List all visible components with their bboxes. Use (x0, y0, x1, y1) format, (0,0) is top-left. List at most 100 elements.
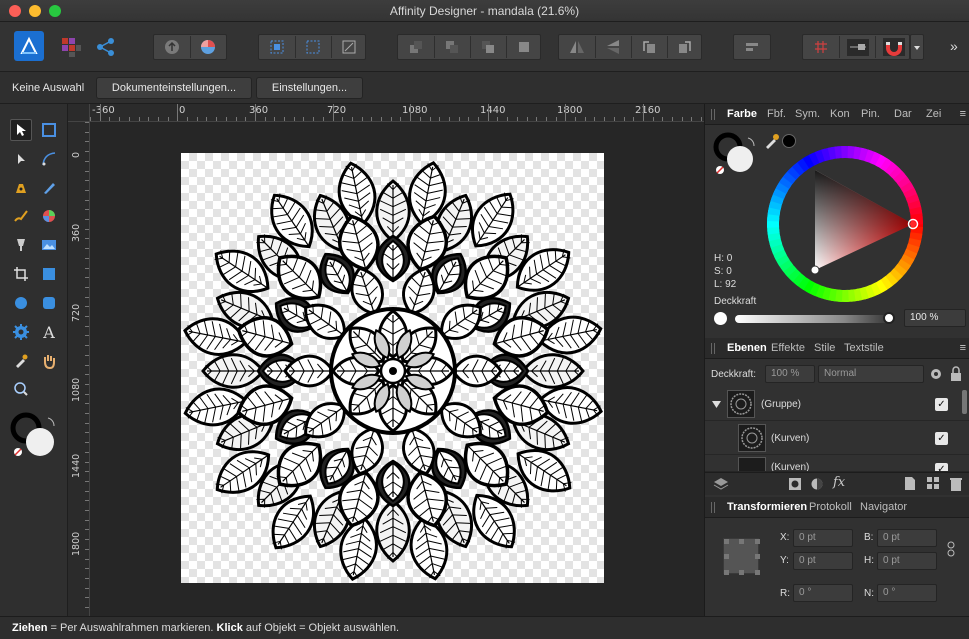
add-pixel-layer-icon[interactable] (905, 477, 915, 493)
rectangle-tool-icon[interactable] (38, 263, 60, 285)
move-to-back-icon[interactable] (408, 39, 424, 58)
tab-stile[interactable]: Stile (814, 342, 835, 354)
pen-tool-icon[interactable] (10, 177, 32, 199)
corner-tool-icon[interactable] (38, 148, 60, 170)
x-position-input[interactable]: 0 pt (793, 529, 853, 547)
guides-snap-icon[interactable] (847, 39, 869, 56)
width-input[interactable]: 0 pt (877, 529, 937, 547)
magnet-snap-icon[interactable] (883, 38, 905, 56)
cog-shape-tool-icon[interactable] (10, 321, 32, 343)
vector-brush-tool-icon[interactable] (10, 205, 32, 227)
toolbar-overflow-icon[interactable]: » (950, 38, 958, 54)
move-tool-icon[interactable] (10, 119, 32, 141)
layer-visibility-checkbox[interactable]: ✓ (935, 432, 948, 445)
color-wheel[interactable] (767, 146, 923, 302)
panel-menu-icon[interactable]: ≡ (960, 342, 966, 354)
trash-icon[interactable] (950, 477, 962, 494)
tab-kon[interactable]: Kon (830, 108, 850, 120)
hand-tool-icon[interactable] (38, 350, 60, 372)
opacity-slider[interactable] (735, 315, 891, 323)
artboard[interactable] (181, 153, 604, 583)
tab-dar[interactable]: Dar (894, 108, 912, 120)
rotate-right-icon[interactable] (677, 39, 693, 58)
anchor-point-selector[interactable] (723, 538, 760, 575)
tab-protokoll[interactable]: Protokoll (809, 501, 852, 513)
opacity-input[interactable]: 100 % (904, 309, 966, 327)
lock-icon[interactable] (950, 366, 962, 385)
document-canvas[interactable] (90, 122, 704, 616)
settings-button[interactable]: Einstellungen... (256, 77, 363, 99)
zoom-tool-icon[interactable] (10, 378, 32, 400)
text-tool-icon[interactable]: A (38, 321, 60, 343)
flip-vertical-icon[interactable] (605, 39, 621, 58)
tab-textstile[interactable]: Textstile (844, 342, 884, 354)
document-settings-button[interactable]: Dokumenteinstellungen... (96, 77, 252, 99)
layer-visibility-checkbox[interactable]: ✓ (935, 463, 948, 471)
layer-row[interactable]: (Gruppe) ✓ (705, 388, 969, 421)
snapping-dropdown[interactable] (910, 34, 924, 60)
layer-row[interactable]: (Kurven) ✓ (705, 455, 969, 472)
vertical-ruler[interactable]: 0 360 720 1080 1440 1800 (68, 122, 90, 616)
tab-effekte[interactable]: Effekte (771, 342, 805, 354)
designer-persona-icon[interactable] (14, 31, 44, 61)
tab-navigator[interactable]: Navigator (860, 501, 907, 513)
adjustment-icon[interactable] (811, 478, 823, 493)
select-box-icon[interactable] (305, 39, 321, 58)
mask-layer-icon[interactable] (789, 478, 801, 493)
color-picker-tool-icon[interactable] (10, 350, 32, 372)
height-input[interactable]: 0 pt (877, 552, 937, 570)
rotation-input[interactable]: 0 ° (793, 584, 853, 602)
layers-scrollbar[interactable] (962, 390, 967, 414)
fill-stroke-swatch[interactable] (10, 412, 60, 462)
opacity-slider-handle[interactable] (883, 312, 895, 324)
move-to-front-icon[interactable] (516, 39, 532, 58)
layers-footer: fx (705, 472, 969, 495)
layer-settings-gear-icon[interactable] (928, 366, 944, 385)
fill-tool-icon[interactable] (38, 205, 60, 227)
upload-cloud-icon[interactable] (163, 38, 181, 59)
move-back-icon[interactable] (444, 39, 460, 58)
pixel-persona-icon[interactable] (59, 35, 83, 59)
group-layers-icon[interactable] (927, 477, 940, 493)
tab-pin[interactable]: Pin. (861, 108, 880, 120)
tab-transformieren[interactable]: Transformieren (727, 501, 807, 513)
rounded-rectangle-tool-icon[interactable] (38, 292, 60, 314)
transparency-tool-icon[interactable] (10, 234, 32, 256)
expand-triangle-icon[interactable] (712, 400, 721, 412)
shear-input[interactable]: 0 ° (877, 584, 937, 602)
align-button[interactable] (733, 34, 771, 60)
transform-box-icon[interactable] (341, 39, 357, 58)
rotate-left-icon[interactable] (641, 39, 657, 58)
tab-ebenen[interactable]: Ebenen (727, 342, 767, 354)
color-wheel-share-icon[interactable] (199, 38, 217, 59)
crop-tool-icon[interactable] (10, 263, 32, 285)
mandala-artwork[interactable] (181, 153, 604, 583)
select-all-icon[interactable] (269, 39, 285, 58)
node-tool-icon[interactable] (10, 148, 32, 170)
layer-visibility-checkbox[interactable]: ✓ (935, 398, 948, 411)
ruler-label: 720 (327, 105, 347, 116)
ruler-label: 0 (179, 105, 186, 116)
y-position-input[interactable]: 0 pt (793, 552, 853, 570)
layer-stack-icon[interactable] (713, 477, 729, 494)
horizontal-ruler[interactable]: -360 0 360 720 1080 1440 1800 2160 (90, 104, 704, 122)
ellipse-tool-icon[interactable] (10, 292, 32, 314)
color-swatch[interactable] (713, 132, 761, 180)
tab-zei[interactable]: Zei (926, 108, 941, 120)
layer-opacity-input[interactable]: 100 % (765, 365, 815, 383)
tab-farbe[interactable]: Farbe (727, 108, 757, 120)
place-image-tool-icon[interactable] (38, 234, 60, 256)
link-proportions-icon[interactable] (947, 541, 955, 560)
panel-menu-icon[interactable]: ≡ (960, 108, 966, 120)
export-persona-icon[interactable] (94, 35, 118, 59)
flip-horizontal-icon[interactable] (569, 39, 585, 58)
grid-snap-icon[interactable] (813, 39, 829, 58)
blend-mode-select[interactable]: Normal (818, 365, 924, 383)
move-forward-icon[interactable] (480, 39, 496, 58)
tab-sym[interactable]: Sym. (795, 108, 820, 120)
artboard-tool-icon[interactable] (38, 119, 60, 141)
fx-icon[interactable]: fx (833, 475, 845, 490)
tab-fbf[interactable]: Fbf. (767, 108, 786, 120)
pencil-tool-icon[interactable] (38, 177, 60, 199)
layer-row[interactable]: (Kurven) ✓ (705, 422, 969, 455)
